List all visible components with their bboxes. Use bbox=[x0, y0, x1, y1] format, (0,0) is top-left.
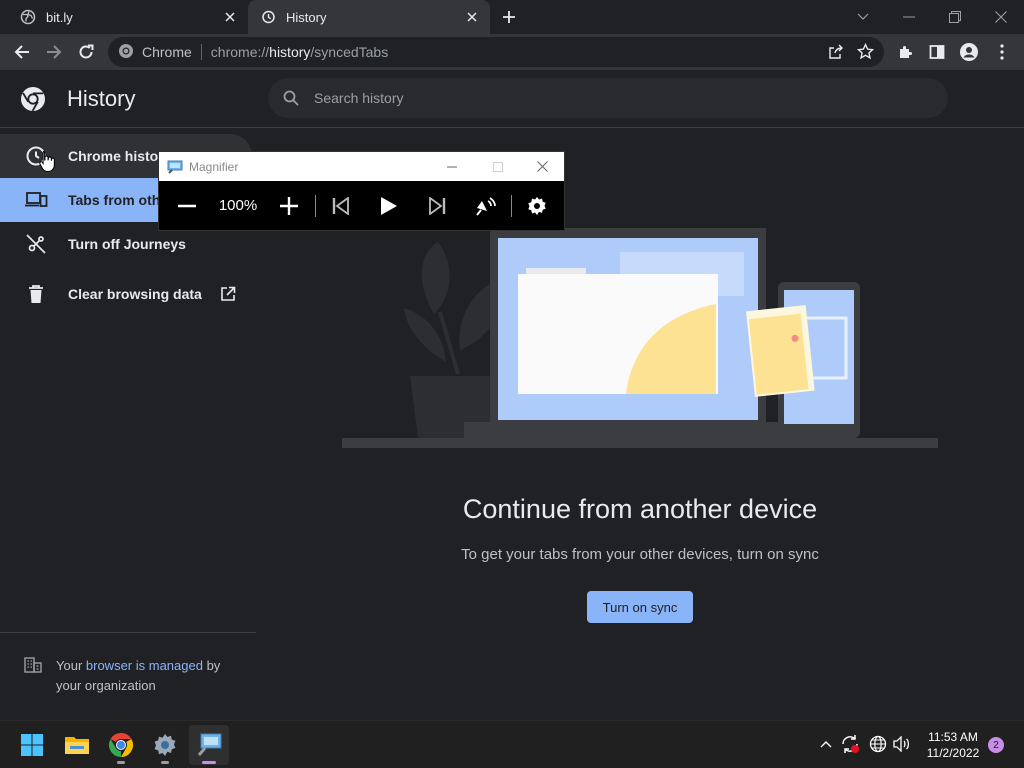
windows-taskbar: 11:53 AM 11/2/2022 2 bbox=[0, 720, 1024, 768]
new-tab-button[interactable] bbox=[498, 6, 520, 28]
sidebar-item-clear-browsing-data[interactable]: Clear browsing data bbox=[0, 272, 252, 316]
chrome-icon bbox=[118, 43, 134, 62]
history-clock-icon bbox=[260, 9, 276, 25]
gear-icon[interactable] bbox=[523, 192, 551, 220]
magnifier-minimize-button[interactable] bbox=[429, 152, 475, 181]
omnibox-divider bbox=[200, 44, 202, 60]
side-panel-button[interactable] bbox=[923, 38, 951, 66]
notification-badge[interactable]: 2 bbox=[988, 737, 1004, 753]
clock-date: 11/2/2022 bbox=[926, 746, 980, 760]
site-chip[interactable]: Chrome bbox=[108, 43, 192, 62]
restore-button[interactable] bbox=[932, 0, 978, 34]
tab-history[interactable]: History bbox=[248, 0, 490, 34]
play-button[interactable] bbox=[375, 192, 403, 220]
running-indicator bbox=[161, 761, 169, 764]
magnifier-close-button[interactable] bbox=[519, 152, 565, 181]
history-header: History Search history bbox=[0, 70, 1024, 128]
building-icon bbox=[24, 657, 42, 696]
site-chip-label: Chrome bbox=[142, 44, 192, 60]
share-icon[interactable] bbox=[828, 44, 844, 63]
magnifier-taskbar-icon[interactable] bbox=[189, 725, 229, 765]
clock-time: 11:53 AM bbox=[928, 730, 978, 744]
read-from-here-icon[interactable] bbox=[472, 192, 500, 220]
zoom-level: 100% bbox=[218, 197, 258, 214]
control-separator bbox=[511, 195, 512, 217]
address-bar[interactable]: Chrome chrome://history/syncedTabs bbox=[108, 37, 884, 67]
control-separator bbox=[315, 195, 316, 217]
minimize-button[interactable] bbox=[886, 0, 932, 34]
magnifier-app-icon bbox=[167, 160, 183, 174]
previous-paragraph-button[interactable] bbox=[327, 192, 355, 220]
sidebar-item-label: Chrome history bbox=[68, 148, 172, 164]
next-paragraph-button[interactable] bbox=[423, 192, 451, 220]
sync-devices-illustration bbox=[342, 228, 938, 448]
file-explorer-icon[interactable] bbox=[57, 725, 97, 765]
empty-state-heading: Continue from another device bbox=[462, 494, 818, 524]
chrome-logo-icon bbox=[20, 86, 46, 112]
start-icon[interactable] bbox=[12, 725, 52, 765]
running-indicator bbox=[117, 761, 125, 764]
bookmark-star-icon[interactable] bbox=[856, 42, 875, 63]
sidebar-item-label: Turn off Journeys bbox=[68, 236, 186, 252]
search-history-field[interactable]: Search history bbox=[268, 78, 948, 118]
trash-icon bbox=[24, 282, 48, 306]
sidebar-divider bbox=[0, 632, 256, 633]
magnifier-controls: 100% bbox=[159, 181, 564, 231]
globe-icon bbox=[20, 9, 36, 25]
back-button[interactable] bbox=[8, 38, 36, 66]
close-tab-icon[interactable] bbox=[222, 9, 238, 25]
extensions-button[interactable] bbox=[892, 38, 920, 66]
search-icon bbox=[282, 89, 300, 107]
journeys-off-icon bbox=[24, 232, 48, 256]
network-globe-icon[interactable] bbox=[867, 733, 889, 755]
menu-kebab-icon[interactable] bbox=[988, 38, 1016, 66]
sync-error-icon[interactable] bbox=[839, 733, 861, 755]
chrome-icon[interactable] bbox=[101, 725, 141, 765]
browser-managed-link[interactable]: browser is managed bbox=[86, 658, 203, 673]
profile-avatar[interactable] bbox=[955, 38, 983, 66]
volume-icon[interactable] bbox=[891, 733, 913, 755]
page-title: History bbox=[67, 86, 136, 111]
hand-cursor-icon bbox=[38, 150, 56, 177]
chevron-up-icon[interactable] bbox=[815, 733, 837, 755]
zoom-out-button[interactable] bbox=[173, 192, 201, 220]
magnifier-window: Magnifier 100% bbox=[158, 151, 565, 231]
search-placeholder: Search history bbox=[314, 90, 404, 106]
tab-title: bit.ly bbox=[46, 9, 73, 25]
devices-icon bbox=[24, 188, 48, 212]
forward-button[interactable] bbox=[40, 38, 68, 66]
turn-on-sync-button[interactable]: Turn on sync bbox=[587, 591, 693, 623]
reload-button[interactable] bbox=[72, 38, 100, 66]
magnifier-maximize-button[interactable] bbox=[475, 152, 521, 181]
external-link-icon bbox=[220, 286, 236, 302]
settings-icon[interactable] bbox=[145, 725, 185, 765]
sidebar-item-label: Clear browsing data bbox=[68, 286, 202, 302]
managed-notice: Your browser is managed by your organiza… bbox=[24, 656, 244, 696]
tab-bitly[interactable]: bit.ly bbox=[8, 0, 248, 34]
running-indicator bbox=[202, 761, 216, 764]
system-clock[interactable]: 11:53 AM 11/2/2022 bbox=[914, 729, 992, 761]
tab-title: History bbox=[286, 9, 327, 25]
url-text: chrome://history/syncedTabs bbox=[210, 44, 389, 60]
close-tab-icon[interactable] bbox=[464, 9, 480, 25]
tab-search-icon[interactable] bbox=[840, 0, 886, 34]
empty-state-subtext: To get your tabs from your other devices… bbox=[461, 546, 819, 563]
zoom-in-button[interactable] bbox=[275, 192, 303, 220]
tab-strip: bit.ly History bbox=[0, 0, 1024, 34]
close-window-button[interactable] bbox=[978, 0, 1024, 34]
browser-toolbar: Chrome chrome://history/syncedTabs bbox=[0, 34, 1024, 70]
magnifier-title: Magnifier bbox=[189, 159, 239, 174]
